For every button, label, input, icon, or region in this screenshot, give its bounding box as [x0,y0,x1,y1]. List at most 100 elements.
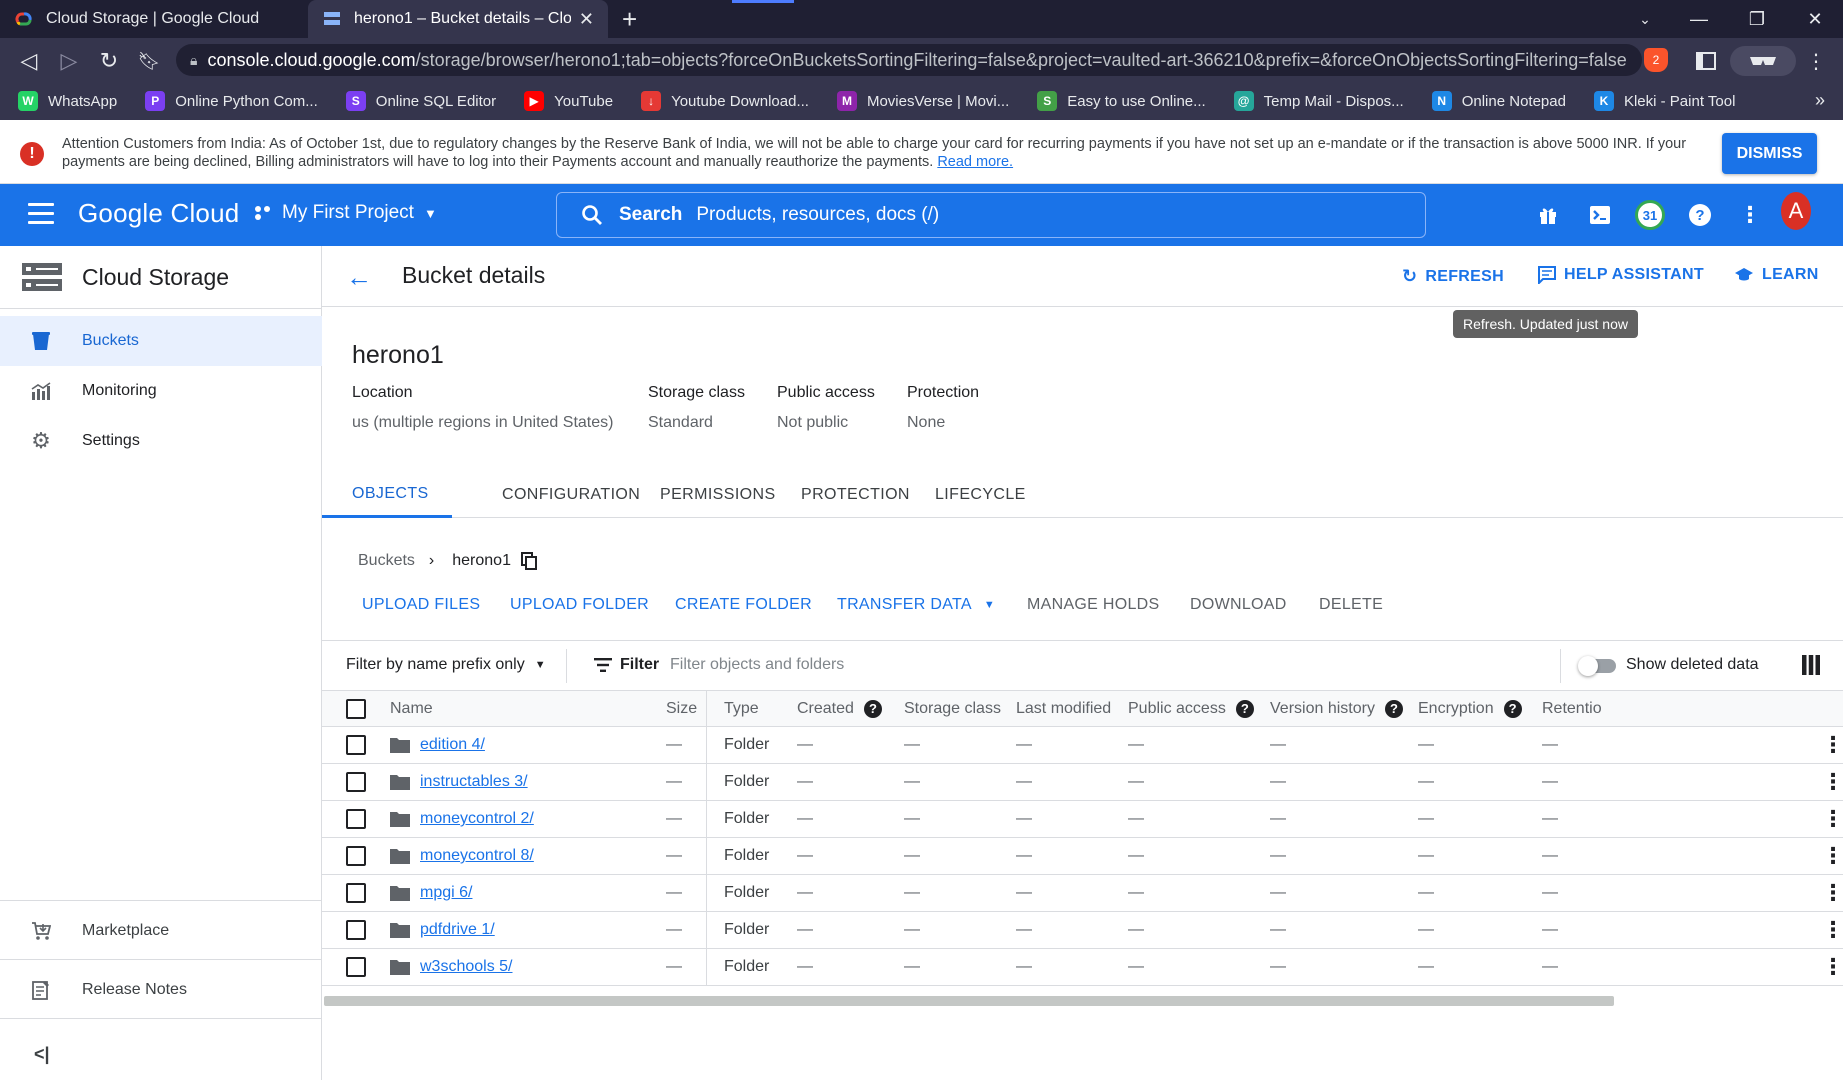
learn-button[interactable]: LEARN [1734,266,1819,284]
folder-link[interactable]: mpgi 6/ [420,884,472,902]
gift-icon[interactable] [1533,200,1563,230]
brave-wallet-icon[interactable] [1730,46,1796,76]
row-checkbox[interactable] [346,838,366,874]
menu-icon[interactable]: ⋮ [1804,46,1828,76]
sidebar-item-buckets[interactable]: Buckets [0,316,322,366]
brave-shield-icon[interactable]: 2 [1644,48,1668,72]
row-more-options-icon[interactable]: ⋮ [1822,801,1843,837]
hamburger-menu-icon[interactable] [28,203,54,227]
restore-button[interactable]: ❐ [1728,0,1786,38]
row-checkbox[interactable] [346,875,366,911]
back-arrow-icon[interactable]: ← [346,262,372,293]
tab-search-icon[interactable]: ⌄ [1616,0,1674,38]
row-checkbox[interactable] [346,764,366,800]
upload-folder-button[interactable]: UPLOAD FOLDER [510,596,649,614]
refresh-button[interactable]: ↻ REFRESH [1402,266,1504,287]
filter-input[interactable] [670,652,1270,678]
download-button[interactable]: DOWNLOAD [1190,596,1287,614]
filter-button[interactable]: Filter [594,656,659,674]
avatar[interactable]: A [1781,192,1811,230]
bookmark-item[interactable]: W WhatsApp [18,91,117,111]
row-checkbox[interactable] [346,801,366,837]
close-tab-icon[interactable]: ✕ [579,9,594,30]
show-deleted-toggle[interactable] [1578,655,1616,677]
minimize-button[interactable]: — [1670,0,1728,38]
manage-holds-button[interactable]: MANAGE HOLDS [1027,596,1160,614]
sidebar-item-marketplace[interactable]: Marketplace [0,903,322,959]
search-bar[interactable]: Search Products, resources, docs (/) [556,192,1426,238]
table-row[interactable]: moneycontrol 8/ — Folder — — — — — — — ⋮ [322,838,1843,875]
folder-link[interactable]: moneycontrol 2/ [420,810,534,828]
create-folder-button[interactable]: CREATE FOLDER [675,596,812,614]
sidebar-item-release-notes[interactable]: Release Notes [0,962,322,1018]
row-more-options-icon[interactable]: ⋮ [1822,949,1843,985]
filter-mode-select[interactable]: Filter by name prefix only ▼ [346,656,546,674]
sidebar-toggle-icon[interactable] [1690,46,1722,76]
select-all-checkbox[interactable] [346,691,366,726]
row-more-options-icon[interactable]: ⋮ [1822,727,1843,763]
bookmark-icon[interactable]: 🔖︎ [134,46,164,76]
project-picker[interactable]: My First Project ▼ [254,202,437,224]
close-window-button[interactable]: ✕ [1786,0,1843,38]
upload-files-button[interactable]: UPLOAD FILES [362,596,480,614]
tab-lifecycle[interactable]: LIFECYCLE [905,472,1056,518]
forward-icon[interactable]: ▷ [54,46,84,76]
row-more-options-icon[interactable]: ⋮ [1822,764,1843,800]
row-checkbox[interactable] [346,949,366,985]
transfer-data-button[interactable]: TRANSFER DATA ▼ [837,596,995,614]
column-header-type[interactable]: Type [724,691,759,726]
column-display-icon[interactable] [1802,655,1820,675]
row-more-options-icon[interactable]: ⋮ [1822,912,1843,948]
browser-tab[interactable]: Cloud Storage | Google Cloud [0,0,302,38]
table-row[interactable]: instructables 3/ — Folder — — — — — — — ⋮ [322,764,1843,801]
delete-button[interactable]: DELETE [1319,596,1383,614]
row-more-options-icon[interactable]: ⋮ [1822,875,1843,911]
bookmark-item[interactable]: M MoviesVerse | Movi... [836,91,1009,111]
new-tab-button[interactable]: + [622,4,637,35]
table-row[interactable]: edition 4/ — Folder — — — — — — — ⋮ [322,727,1843,764]
row-more-options-icon[interactable]: ⋮ [1822,838,1843,874]
tab-objects[interactable]: OBJECTS [322,472,452,518]
bookmarks-overflow-icon[interactable]: » [1815,90,1825,111]
column-header-public-access[interactable]: Public access? [1128,691,1254,726]
url-field[interactable]: 🔒︎ console.cloud.google.com/storage/brow… [176,44,1642,76]
folder-link[interactable]: moneycontrol 8/ [420,847,534,865]
bookmark-item[interactable]: @ Temp Mail - Dispos... [1233,91,1404,111]
bookmark-item[interactable]: ↓ Youtube Download... [641,91,809,111]
table-row[interactable]: moneycontrol 2/ — Folder — — — — — — — ⋮ [322,801,1843,838]
folder-link[interactable]: edition 4/ [420,736,485,754]
horizontal-scrollbar[interactable] [324,996,1614,1006]
copy-icon[interactable] [520,552,537,570]
help-circle-icon[interactable]: ? [1384,699,1403,718]
column-header-created[interactable]: Created? [797,691,882,726]
row-checkbox[interactable] [346,727,366,763]
column-header-name[interactable]: Name [390,691,433,726]
column-header-version-history[interactable]: Version history? [1270,691,1403,726]
folder-link[interactable]: w3schools 5/ [420,958,513,976]
dismiss-button[interactable]: DISMISS [1722,133,1817,174]
column-header-last-modified[interactable]: Last modified [1016,691,1111,726]
bookmark-item[interactable]: S Easy to use Online... [1037,91,1206,111]
folder-link[interactable]: instructables 3/ [420,773,528,791]
browser-tab-active[interactable]: herono1 – Bucket details – Cloud S ✕ [308,0,608,38]
bookmark-item[interactable]: S Online SQL Editor [345,91,496,111]
table-row[interactable]: mpgi 6/ — Folder — — — — — — — ⋮ [322,875,1843,912]
help-icon[interactable]: ? [1685,200,1715,230]
row-checkbox[interactable] [346,912,366,948]
help-circle-icon[interactable]: ? [1503,699,1522,718]
sidebar-item-settings[interactable]: ⚙ Settings [0,416,322,466]
more-options-icon[interactable]: ⋮ [1735,200,1765,230]
bookmark-item[interactable]: N Online Notepad [1431,91,1566,111]
read-more-link[interactable]: Read more. [937,154,1013,170]
back-icon[interactable]: ◁ [14,46,44,76]
sidebar-item-monitoring[interactable]: Monitoring [0,366,322,416]
notifications-icon[interactable]: 31 [1635,200,1665,230]
table-row[interactable]: w3schools 5/ — Folder — — — — — — — ⋮ [322,949,1843,986]
reload-icon[interactable]: ↻ [94,46,124,76]
breadcrumb-buckets-link[interactable]: Buckets [358,552,415,570]
column-header-storage-class[interactable]: Storage class [904,691,1001,726]
help-circle-icon[interactable]: ? [863,699,882,718]
column-header-retention[interactable]: Retentio [1542,691,1602,726]
column-header-encryption[interactable]: Encryption? [1418,691,1522,726]
google-cloud-logo[interactable]: Google Cloud [78,198,239,229]
